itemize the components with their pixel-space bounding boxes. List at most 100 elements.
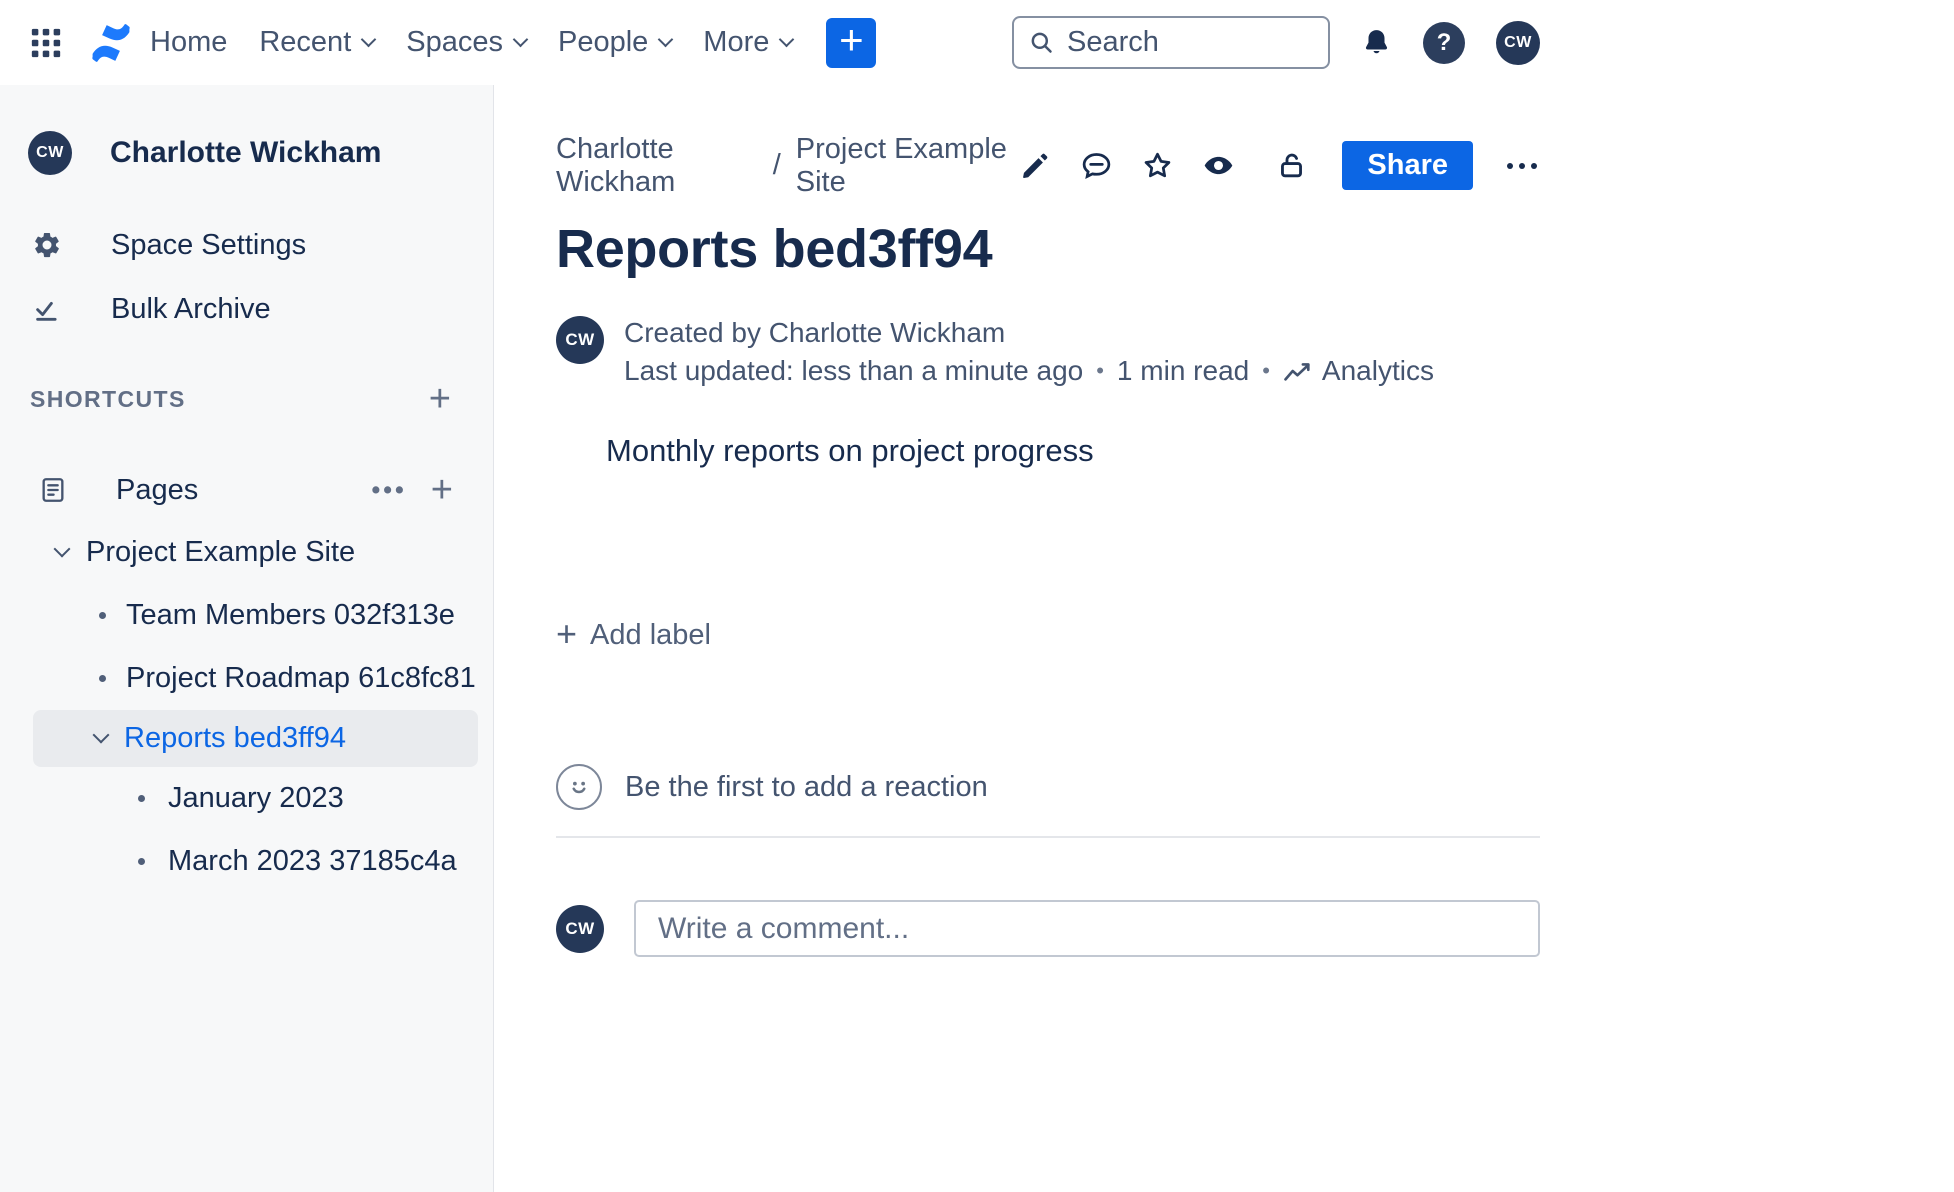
eye-icon <box>1201 150 1236 181</box>
bulk-archive-icon <box>32 294 62 324</box>
last-updated-link[interactable]: Last updated: less than a minute ago <box>624 355 1083 387</box>
reaction-row: Be the first to add a reaction <box>556 764 1540 810</box>
chevron-down-icon <box>658 31 674 47</box>
search-box[interactable] <box>1012 16 1330 69</box>
page-title: Reports bed3ff94 <box>556 219 993 279</box>
page-tree: Project Example Site Team Members 032f31… <box>0 521 493 893</box>
breadcrumb-space-link[interactable]: Charlotte Wickham <box>556 133 758 199</box>
comment-button[interactable] <box>1078 148 1114 184</box>
byline: CW Created by Charlotte Wickham Last upd… <box>556 316 1540 387</box>
nav-people-label: People <box>557 26 649 58</box>
tree-item-label: Team Members 032f313e <box>126 599 455 631</box>
tree-item-january-2023[interactable]: January 2023 <box>0 767 493 830</box>
tree-item-label: Project Example Site <box>86 536 356 568</box>
tree-item-reports-selected[interactable]: Reports bed3ff94 <box>33 710 478 767</box>
top-navigation-bar: Home Recent Spaces People More + Search … <box>0 0 1568 85</box>
confluence-logo[interactable] <box>88 20 134 66</box>
sidebar-item-space-settings[interactable]: Space Settings <box>0 213 493 277</box>
add-shortcut-button[interactable]: + <box>429 380 451 418</box>
smiley-icon <box>564 772 594 802</box>
created-by-text: Created by Charlotte Wickham <box>624 317 1006 348</box>
search-icon <box>1028 29 1055 56</box>
chevron-down-icon <box>512 31 529 47</box>
shortcuts-section-header: SHORTCUTS + <box>0 380 493 418</box>
tree-item-label: Project Roadmap 61c8fc81 <box>126 662 476 694</box>
create-button[interactable]: + <box>826 17 877 68</box>
help-button[interactable]: ? <box>1423 21 1465 64</box>
sidebar-item-label: Bulk Archive <box>111 292 271 325</box>
comment-row: CW <box>556 900 1540 957</box>
edit-button[interactable] <box>1017 148 1053 184</box>
gear-icon <box>32 230 62 260</box>
bell-icon <box>1361 26 1392 59</box>
tree-item-label: January 2023 <box>168 782 344 814</box>
analytics-link[interactable]: Analytics <box>1283 355 1434 387</box>
space-avatar: CW <box>28 131 72 175</box>
chevron-down-icon <box>360 31 377 47</box>
restrictions-button[interactable] <box>1273 148 1309 184</box>
user-avatar-initials: CW <box>1504 33 1532 51</box>
tree-item-label: Reports bed3ff94 <box>124 722 346 754</box>
comment-icon <box>1080 149 1113 182</box>
space-sidebar: CW Charlotte Wickham Space Settings Bulk… <box>0 85 494 1192</box>
bullet-icon <box>138 795 145 802</box>
space-menu: Space Settings Bulk Archive <box>0 213 493 341</box>
breadcrumb-row: Charlotte Wickham / Project Example Site <box>556 133 1540 198</box>
author-avatar-initials: CW <box>565 330 595 349</box>
byline-meta: Last updated: less than a minute ago • 1… <box>624 355 1434 387</box>
author-avatar: CW <box>556 316 604 364</box>
shortcuts-label: SHORTCUTS <box>30 385 186 412</box>
primary-nav: Home Recent Spaces People More <box>150 26 824 59</box>
nav-home[interactable]: Home <box>150 26 227 59</box>
pencil-icon <box>1019 149 1052 182</box>
page-actions: Share <box>1017 141 1540 190</box>
tree-item-label: March 2023 37185c4a <box>168 845 457 877</box>
star-icon <box>1141 149 1174 182</box>
user-avatar[interactable]: CW <box>1496 20 1540 65</box>
nav-recent-label: Recent <box>259 26 352 58</box>
pages-section-header[interactable]: Pages ••• + <box>0 459 493 521</box>
add-page-button[interactable]: + <box>431 471 453 509</box>
add-label-button[interactable]: + Add label <box>556 612 711 654</box>
share-button[interactable]: Share <box>1342 141 1473 190</box>
chevron-down-icon <box>53 540 71 558</box>
commenter-avatar: CW <box>556 904 604 953</box>
tree-item-project-example-site[interactable]: Project Example Site <box>0 521 493 584</box>
pages-more-button[interactable]: ••• <box>372 476 407 505</box>
commenter-avatar-initials: CW <box>565 918 595 938</box>
chevron-down-icon <box>92 726 110 744</box>
search-input[interactable] <box>1067 26 1320 59</box>
space-header[interactable]: CW Charlotte Wickham <box>0 131 493 175</box>
nav-recent[interactable]: Recent <box>259 26 377 59</box>
confluence-logo-icon <box>88 20 134 66</box>
reaction-prompt: Be the first to add a reaction <box>625 770 988 803</box>
app-switcher-button[interactable] <box>28 25 64 61</box>
dot-separator: • <box>1262 358 1270 383</box>
nav-home-label: Home <box>150 26 228 58</box>
tree-item-team-members[interactable]: Team Members 032f313e <box>0 584 493 647</box>
analytics-label: Analytics <box>1321 355 1434 386</box>
breadcrumb-parent-link[interactable]: Project Example Site <box>796 133 1018 199</box>
tree-item-project-roadmap[interactable]: Project Roadmap 61c8fc81 <box>0 647 493 710</box>
comment-input[interactable] <box>634 900 1540 957</box>
comments-divider <box>556 836 1540 838</box>
notifications-button[interactable] <box>1361 26 1392 59</box>
page-body-text: Monthly reports on project progress <box>606 433 1094 468</box>
pages-actions: ••• + <box>372 471 453 509</box>
ellipsis-icon <box>1504 160 1540 172</box>
chevron-down-icon <box>779 31 795 47</box>
plus-icon: + <box>556 612 578 654</box>
pages-icon <box>38 475 68 505</box>
add-reaction-button[interactable] <box>556 764 602 810</box>
nav-more[interactable]: More <box>703 26 795 59</box>
sidebar-item-bulk-archive[interactable]: Bulk Archive <box>0 277 493 341</box>
nav-spaces[interactable]: Spaces <box>406 26 529 59</box>
bullet-icon <box>99 612 106 619</box>
tree-item-march-2023[interactable]: March 2023 37185c4a <box>0 830 493 893</box>
pages-label: Pages <box>116 473 199 506</box>
watch-button[interactable] <box>1200 148 1236 184</box>
dot-separator: • <box>1096 358 1104 383</box>
nav-people[interactable]: People <box>557 26 674 59</box>
star-button[interactable] <box>1139 148 1175 184</box>
more-actions-button[interactable] <box>1504 148 1540 184</box>
